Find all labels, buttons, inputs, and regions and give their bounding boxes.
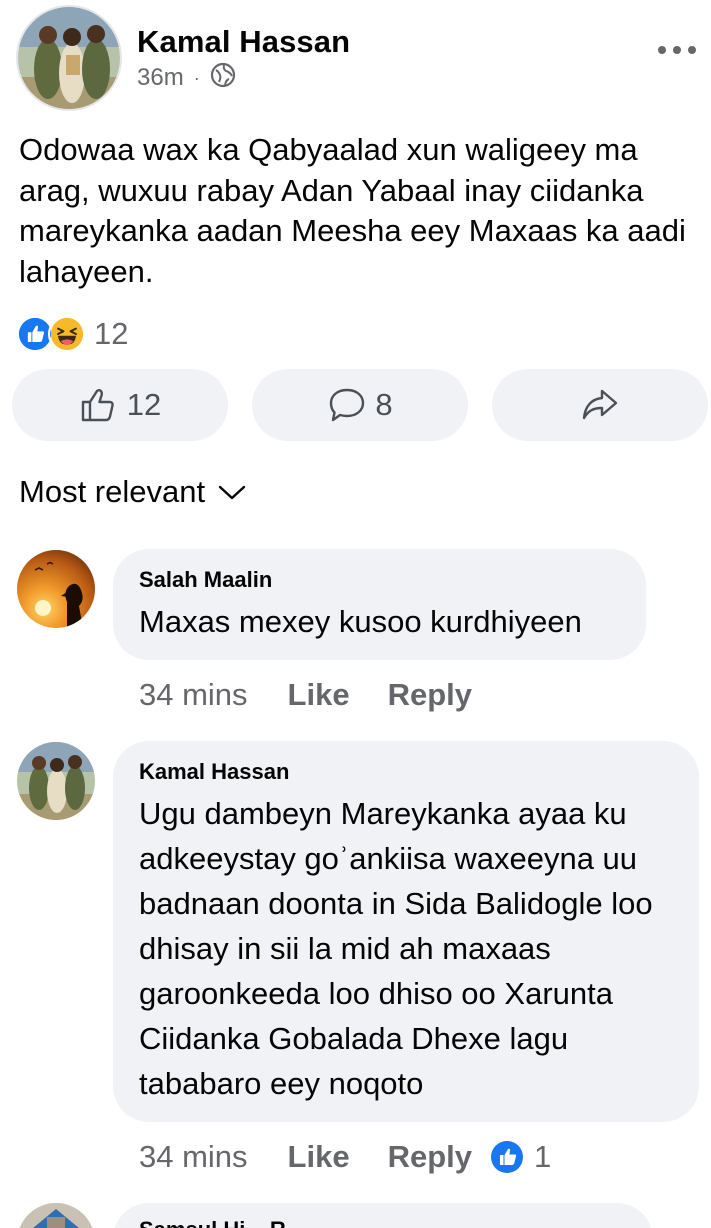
comment-author[interactable]: Kamal Hassan <box>139 759 671 785</box>
share-button[interactable] <box>492 369 708 441</box>
reaction-count: 12 <box>94 316 129 351</box>
chevron-down-icon <box>218 485 246 500</box>
comment-time[interactable]: 34 mins <box>139 1139 248 1175</box>
comment-button[interactable]: 8 <box>252 369 468 441</box>
post-text: Odowaa wax ka Qabyaalad xun waligeey ma … <box>19 132 686 289</box>
meta-separator: · <box>193 67 200 88</box>
thumbs-up-icon <box>81 389 114 422</box>
post-header: Kamal Hassan 36m · <box>0 0 711 118</box>
author-avatar[interactable] <box>16 5 122 111</box>
comment-bubble[interactable]: Samsul Hi... R... <box>113 1203 653 1228</box>
avatar-photo <box>18 7 120 109</box>
comment-actions: 34 mins Like Reply <box>139 675 510 715</box>
comment-reaction-count: 1 <box>534 1139 552 1174</box>
reaction-summary[interactable]: 12 <box>16 314 128 354</box>
like-count: 12 <box>126 387 162 422</box>
more-dots-icon[interactable] <box>655 30 699 70</box>
avatar-photo <box>17 742 95 820</box>
comment-actions: 34 mins Like Reply 1 <box>139 1137 551 1177</box>
comment-like-button[interactable]: Like <box>288 1139 350 1175</box>
comment-author[interactable]: Salah Maalin <box>139 567 618 593</box>
comment-text: Ugu dambeyn Mareykanka ayaa ku adkeeysta… <box>139 796 653 1101</box>
commenter-avatar[interactable] <box>17 1203 95 1228</box>
like-button[interactable]: 12 <box>12 369 228 441</box>
like-reaction-icon[interactable] <box>490 1140 524 1174</box>
avatar-photo <box>17 1203 95 1228</box>
haha-reaction-icon <box>48 315 86 353</box>
comment-like-button[interactable]: Like <box>288 677 350 713</box>
comment-text: Maxas mexey kusoo kurdhiyeen <box>139 604 582 639</box>
globe-icon <box>210 62 236 95</box>
comment-count: 8 <box>375 387 393 422</box>
commenter-avatar[interactable] <box>17 742 95 820</box>
comment-bubble-icon <box>330 388 365 422</box>
post-actions: 12 8 <box>12 369 708 441</box>
post-author-name[interactable]: Kamal Hassan <box>137 24 350 60</box>
comment-filter[interactable]: Most relevant <box>19 474 247 510</box>
share-arrow-icon <box>582 389 618 420</box>
filter-label: Most relevant <box>19 474 206 509</box>
comment-reply-button[interactable]: Reply <box>388 1139 472 1175</box>
avatar-photo <box>17 550 95 628</box>
comment-reply-button[interactable]: Reply <box>388 677 472 713</box>
post-time[interactable]: 36m <box>137 64 184 92</box>
comment-time[interactable]: 34 mins <box>139 677 248 713</box>
comment-bubble[interactable]: Kamal Hassan Ugu dambeyn Mareykanka ayaa… <box>113 741 699 1122</box>
post-page: Kamal Hassan 36m · Odowaa wax ka Qabyaal… <box>0 0 711 1228</box>
comment-author[interactable]: Samsul Hi... R... <box>139 1217 625 1228</box>
post-meta: 36m · <box>137 62 236 95</box>
comment-bubble[interactable]: Salah Maalin Maxas mexey kusoo kurdhiyee… <box>113 549 646 660</box>
commenter-avatar[interactable] <box>17 550 95 628</box>
